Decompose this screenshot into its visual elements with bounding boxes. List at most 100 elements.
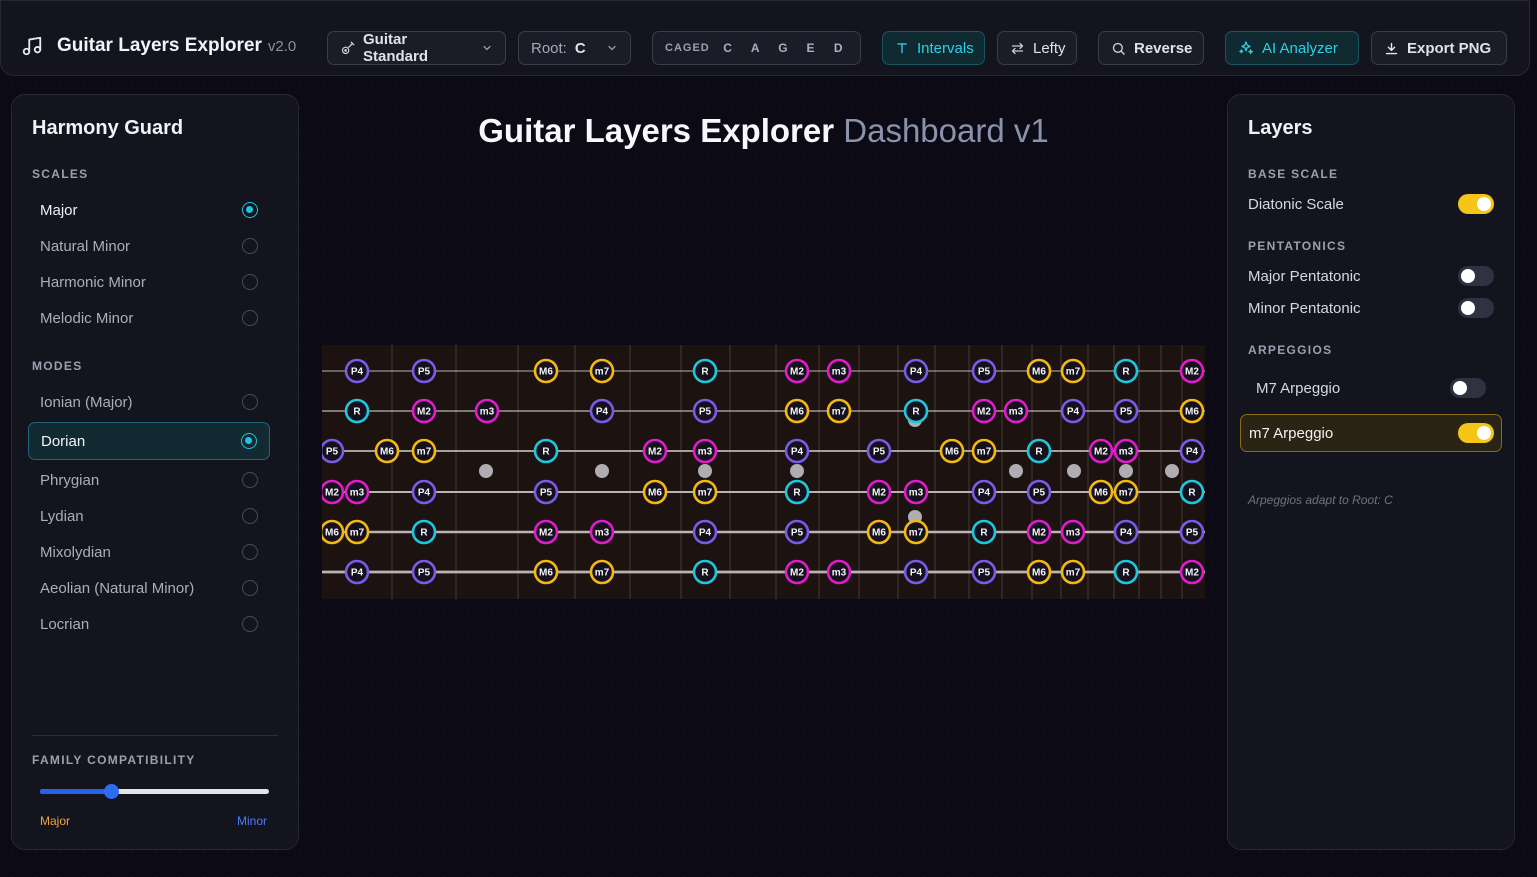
note-label: P4 (418, 488, 431, 499)
mode-option-label: Mixolydian (40, 543, 111, 561)
fret-inlay-dot (1067, 464, 1081, 478)
note-label: m7 (698, 488, 713, 499)
note-label: m7 (832, 407, 847, 418)
note-label: P4 (351, 367, 364, 378)
note-label: P5 (540, 488, 553, 499)
caged-a-button[interactable]: A (745, 41, 765, 55)
note-label: M6 (872, 528, 886, 539)
note-label: P5 (326, 447, 339, 458)
scale-option-major[interactable]: Major (28, 192, 270, 228)
scales-section-label: SCALES (32, 167, 89, 181)
note-label: P4 (1120, 528, 1133, 539)
note-label: R (912, 407, 920, 418)
reverse-button[interactable]: Reverse (1098, 31, 1204, 65)
ai-analyzer-button[interactable]: AI Analyzer (1225, 31, 1359, 65)
radio-selected-icon (241, 433, 257, 449)
note-label: R (420, 528, 428, 539)
search-icon (1112, 42, 1125, 55)
note-label: P4 (910, 568, 923, 579)
note-label: P5 (873, 447, 886, 458)
scale-option-natural-minor[interactable]: Natural Minor (28, 228, 270, 264)
lefty-button[interactable]: Lefty (997, 31, 1077, 65)
radio-icon (242, 274, 258, 290)
family-compatibility-slider[interactable] (40, 784, 269, 799)
radio-icon (242, 310, 258, 326)
note-label: M2 (1094, 447, 1108, 458)
fret-inlay-dot (1165, 464, 1179, 478)
diatonic-scale-toggle[interactable] (1458, 194, 1494, 214)
page-title: Guitar Layers Explorer Dashboard v1 (322, 112, 1205, 150)
mode-option-lydian[interactable]: Lydian (28, 498, 270, 534)
scale-option-label: Major (40, 201, 78, 219)
note-label: M6 (1094, 488, 1108, 499)
panel-divider (32, 735, 278, 736)
mode-option-dorian[interactable]: Dorian (28, 422, 270, 460)
note-label: M2 (1185, 568, 1199, 579)
note-label: R (701, 367, 709, 378)
root-label: Root: (531, 39, 567, 57)
mode-option-label: Lydian (40, 507, 84, 525)
intervals-label: Intervals (917, 39, 974, 57)
note-label: m7 (1066, 568, 1081, 579)
maj7-arpeggio-row: M7 Arpeggio (1256, 377, 1486, 399)
tuning-select[interactable]: Guitar Standard (327, 31, 506, 65)
mode-option-ionian[interactable]: Ionian (Major) (28, 384, 270, 420)
note-label: M6 (945, 447, 959, 458)
family-minor-label: Minor (237, 814, 268, 828)
note-label: M6 (325, 528, 339, 539)
download-icon (1385, 42, 1398, 54)
note-label: M2 (325, 488, 339, 499)
mode-option-label: Phrygian (40, 471, 100, 489)
root-select[interactable]: Root: C (518, 31, 631, 65)
radio-icon (242, 472, 258, 488)
mode-option-locrian[interactable]: Locrian (28, 606, 270, 642)
note-label: M6 (790, 407, 804, 418)
major-pentatonic-label: Major Pentatonic (1248, 267, 1361, 285)
page-title-main: Guitar Layers Explorer (478, 112, 835, 149)
scale-option-harmonic-minor[interactable]: Harmonic Minor (28, 264, 270, 300)
m7-arpeggio-label: m7 Arpeggio (1249, 424, 1334, 442)
note-label: R (701, 568, 709, 579)
note-label: P4 (596, 407, 609, 418)
minor-pentatonic-toggle[interactable] (1458, 298, 1494, 318)
caged-g-button[interactable]: G (773, 41, 793, 55)
arpeggios-label: ARPEGGIOS (1248, 343, 1333, 357)
caged-d-button[interactable]: D (828, 41, 848, 55)
minor-pentatonic-row: Minor Pentatonic (1248, 297, 1494, 319)
note-label: m3 (1119, 447, 1134, 458)
note-label: m3 (350, 488, 365, 499)
family-major-label: Major (40, 814, 71, 828)
diatonic-scale-row: Diatonic Scale (1248, 193, 1494, 215)
caged-e-button[interactable]: E (801, 41, 821, 55)
ai-analyzer-label: AI Analyzer (1262, 39, 1338, 57)
m7-arpeggio-toggle[interactable] (1458, 423, 1494, 443)
export-png-button[interactable]: Export PNG (1371, 31, 1507, 65)
sparkles-icon (1239, 41, 1253, 54)
mode-option-aeolian[interactable]: Aeolian (Natural Minor) (28, 570, 270, 606)
note-label: P5 (418, 367, 431, 378)
family-compatibility-label: FAMILY COMPATIBILITY (32, 753, 196, 767)
maj7-arpeggio-toggle[interactable] (1450, 378, 1486, 398)
note-label: R (542, 447, 550, 458)
mode-option-phrygian[interactable]: Phrygian (28, 462, 270, 498)
note-label: m3 (909, 488, 924, 499)
radio-icon (242, 580, 258, 596)
note-label: m7 (977, 447, 992, 458)
mode-option-mixolydian[interactable]: Mixolydian (28, 534, 270, 570)
caged-c-button[interactable]: C (718, 41, 738, 55)
mode-option-label: Ionian (Major) (40, 393, 133, 411)
note-label: M2 (1185, 367, 1199, 378)
note-label: P5 (1120, 407, 1133, 418)
note-label: P4 (978, 488, 991, 499)
export-png-label: Export PNG (1407, 39, 1492, 57)
slider-thumb[interactable] (103, 784, 119, 799)
radio-icon (242, 394, 258, 410)
note-label: m3 (480, 407, 495, 418)
major-pentatonic-toggle[interactable] (1458, 266, 1494, 286)
note-label: M6 (539, 367, 553, 378)
scale-option-melodic-minor[interactable]: Melodic Minor (28, 300, 270, 336)
fret-inlay-dot (1009, 464, 1023, 478)
intervals-button[interactable]: Intervals (882, 31, 985, 65)
mode-option-label: Locrian (40, 615, 90, 633)
note-label: m3 (832, 568, 847, 579)
